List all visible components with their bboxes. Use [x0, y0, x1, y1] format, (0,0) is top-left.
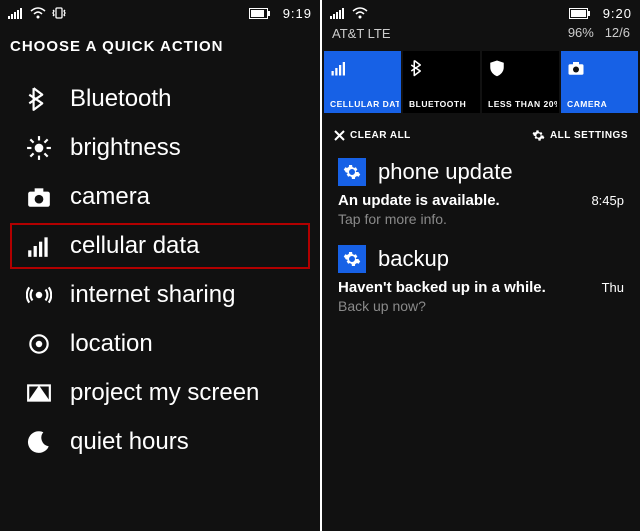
quick-action-item[interactable]: camera [10, 174, 310, 220]
clear-all-label: CLEAR ALL [350, 130, 411, 141]
notification-time: 8:45p [591, 193, 624, 208]
quick-tile[interactable]: BLUETOOTH [403, 51, 480, 113]
gear-icon [343, 250, 361, 268]
cellular-icon [22, 231, 56, 261]
shield-icon [488, 59, 506, 77]
quick-action-item[interactable]: cellular data [10, 223, 310, 269]
carrier-row: AT&T LTE 96% 12/6 [322, 26, 640, 51]
camera-icon [567, 59, 585, 77]
project-screen-icon [22, 378, 56, 408]
notification-subtitle: Tap for more info. [338, 211, 624, 227]
quick-action-label: brightness [70, 134, 181, 162]
notification[interactable]: phone update An update is available. 8:45p… [322, 158, 640, 245]
location-icon [26, 331, 52, 357]
quick-action-label: camera [70, 183, 150, 211]
battery-percent: 96% [568, 25, 594, 40]
camera-icon [26, 184, 52, 210]
clock-time: 9:20 [603, 6, 632, 21]
cellular-icon [26, 233, 52, 259]
camera-icon [567, 57, 585, 79]
quick-action-label: Bluetooth [70, 85, 171, 113]
camera-icon [22, 182, 56, 212]
internet-sharing-icon [22, 280, 56, 310]
quick-action-list: Bluetooth brightness camera cellular data in… [0, 76, 320, 465]
clear-all-button[interactable]: CLEAR ALL [334, 130, 411, 141]
brightness-icon [26, 135, 52, 161]
notification-title: Haven't backed up in a while. [338, 279, 546, 296]
project-screen-icon [26, 380, 52, 406]
shield-icon [488, 57, 506, 79]
quick-tile[interactable]: CELLULAR DATA [324, 51, 401, 113]
quick-action-item[interactable]: project my screen [10, 370, 310, 416]
quiet-hours-icon [26, 429, 52, 455]
quick-tile[interactable]: LESS THAN 20% [482, 51, 559, 113]
bluetooth-icon [409, 59, 427, 77]
gear-icon [338, 245, 366, 273]
quick-action-label: project my screen [70, 379, 259, 407]
close-icon [334, 130, 345, 141]
bluetooth-icon [409, 57, 427, 79]
date-label: 12/6 [605, 25, 630, 40]
carrier-label: AT&T LTE [332, 26, 391, 41]
battery-icon [249, 8, 271, 19]
notification-subtitle: Back up now? [338, 298, 624, 314]
notification-list: phone update An update is available. 8:45p… [322, 158, 640, 332]
gear-icon [338, 158, 366, 186]
quick-action-label: cellular data [70, 232, 199, 260]
quick-action-item[interactable]: brightness [10, 125, 310, 171]
quick-action-item[interactable]: quiet hours [10, 419, 310, 465]
right-screen: 9:20 AT&T LTE 96% 12/6 CELLULAR DATA BLUE… [320, 0, 640, 531]
location-icon [22, 329, 56, 359]
quick-action-label: internet sharing [70, 281, 235, 309]
quick-tile-label: BLUETOOTH [409, 99, 478, 109]
notification-title: An update is available. [338, 192, 500, 209]
quick-tile-label: CELLULAR DATA [330, 99, 399, 109]
wifi-icon [352, 7, 368, 19]
wifi-icon [30, 7, 46, 19]
all-settings-label: ALL SETTINGS [550, 130, 628, 141]
quick-tile-label: LESS THAN 20% [488, 99, 557, 109]
quick-action-item[interactable]: location [10, 321, 310, 367]
signal-icon [330, 7, 346, 19]
internet-sharing-icon [26, 282, 52, 308]
battery-icon [569, 8, 591, 19]
page-title: CHOOSE A QUICK ACTION [0, 26, 320, 73]
vibrate-icon [52, 7, 66, 19]
quick-action-label: location [70, 330, 153, 358]
quick-tile[interactable]: CAMERA [561, 51, 638, 113]
gear-icon [532, 129, 545, 142]
bluetooth-icon [22, 84, 56, 114]
clock-time: 9:19 [283, 6, 312, 21]
cellular-icon [330, 59, 348, 77]
status-bar: 9:19 [0, 0, 320, 26]
status-bar: 9:20 [322, 0, 640, 26]
brightness-icon [22, 133, 56, 163]
all-settings-button[interactable]: ALL SETTINGS [532, 129, 628, 142]
notification[interactable]: backup Haven't backed up in a while. Thu Ba… [322, 245, 640, 332]
left-screen: 9:19 CHOOSE A QUICK ACTION Bluetooth brig… [0, 0, 320, 531]
gear-icon [343, 163, 361, 181]
bluetooth-icon [26, 86, 52, 112]
notification-app: phone update [378, 159, 513, 185]
cellular-icon [330, 57, 348, 79]
notification-app: backup [378, 246, 449, 272]
notification-time: Thu [602, 280, 624, 295]
quick-action-item[interactable]: Bluetooth [10, 76, 310, 122]
quick-tile-label: CAMERA [567, 99, 636, 109]
quick-action-item[interactable]: internet sharing [10, 272, 310, 318]
quiet-hours-icon [22, 427, 56, 457]
quick-action-label: quiet hours [70, 428, 189, 456]
quick-tile-row: CELLULAR DATA BLUETOOTH LESS THAN 20% CAMER… [322, 51, 640, 121]
signal-icon [8, 7, 24, 19]
